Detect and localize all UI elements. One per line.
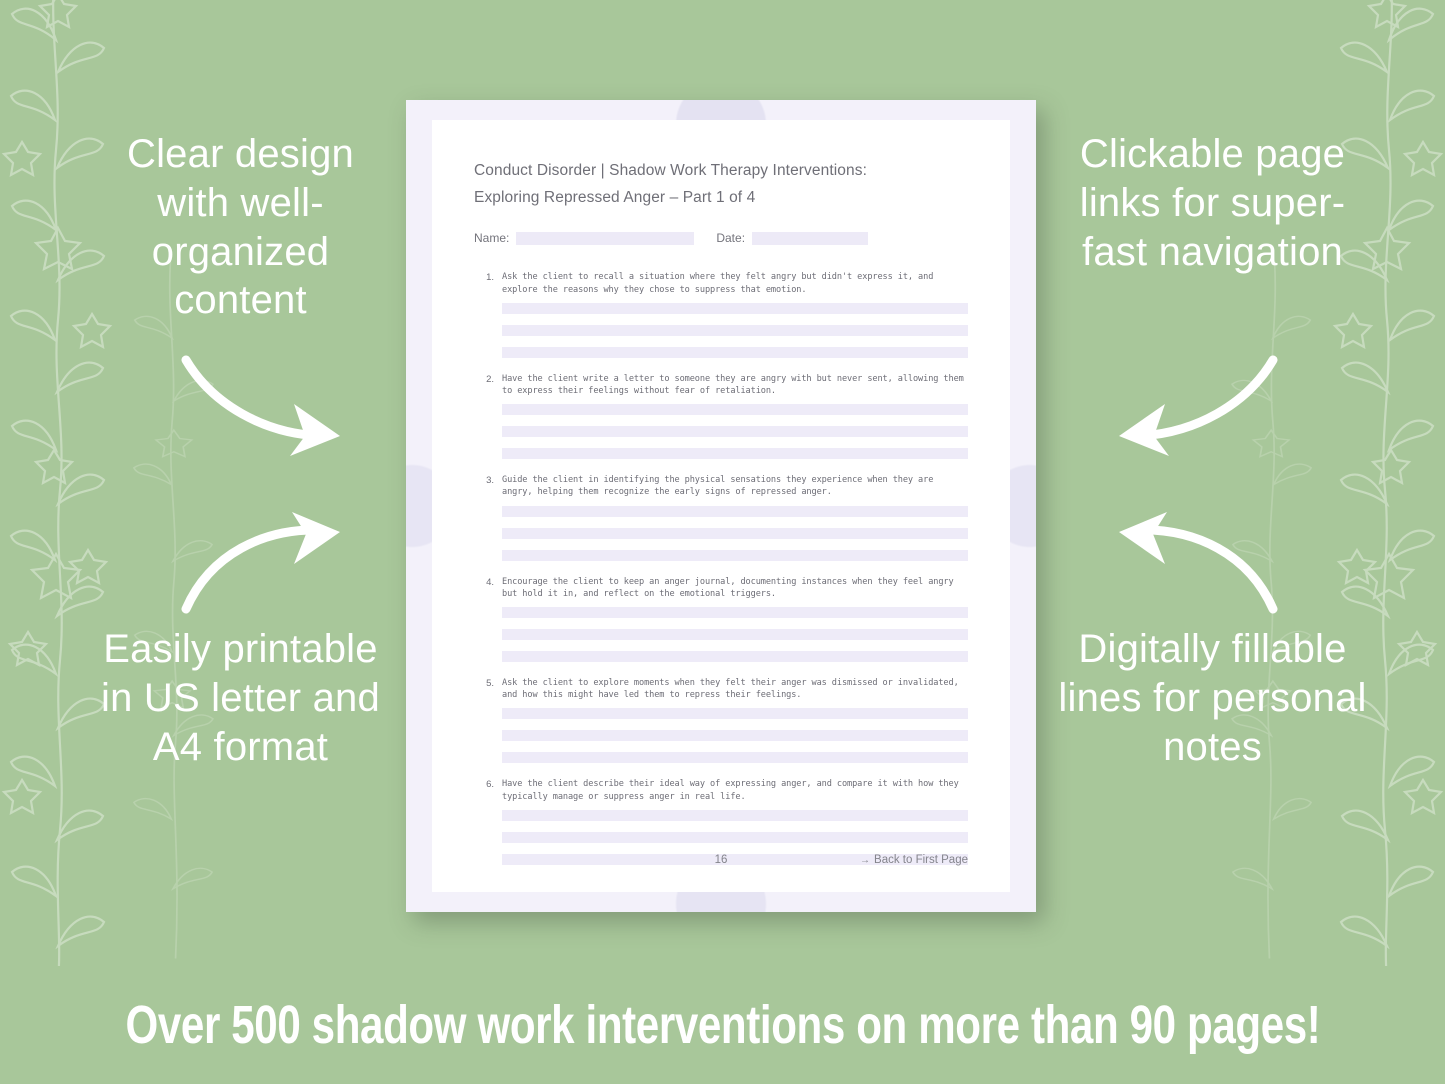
worksheet-page-frame: Conduct Disorder | Shadow Work Therapy I… <box>406 100 1036 912</box>
intervention-text: Ask the client to explore moments when t… <box>502 677 959 701</box>
intervention-number: 1. <box>486 272 494 284</box>
fillable-line[interactable] <box>502 650 968 662</box>
fillable-line-group <box>502 606 968 662</box>
fillable-line[interactable] <box>502 708 968 720</box>
back-to-first-page-label: Back to First Page <box>874 854 968 866</box>
name-date-row: Name: Date: <box>474 231 968 245</box>
intervention-text: Guide the client in identifying the phys… <box>502 475 934 498</box>
intervention-text: Ask the client to recall a situation whe… <box>502 272 934 295</box>
caption-easily-printable: Easily printable in US letter and A4 for… <box>101 627 380 769</box>
curved-arrow-up-right-icon <box>181 512 340 614</box>
intervention-item: 1. Ask the client to recall a situation w… <box>474 271 968 370</box>
intervention-body: Ask the client to explore moments when t… <box>494 677 968 776</box>
fillable-line[interactable] <box>502 426 968 438</box>
fillable-line[interactable] <box>502 346 968 358</box>
intervention-body: Ask the client to recall a situation whe… <box>494 271 968 370</box>
date-input[interactable] <box>752 231 869 245</box>
fillable-line[interactable] <box>502 404 968 416</box>
intervention-text: Encourage the client to keep an anger jo… <box>502 576 954 599</box>
worksheet-page: Conduct Disorder | Shadow Work Therapy I… <box>432 120 1010 892</box>
fillable-line[interactable] <box>502 448 968 460</box>
fillable-line[interactable] <box>502 752 968 764</box>
worksheet-title-line-2: Exploring Repressed Anger – Part 1 of 4 <box>474 188 756 206</box>
intervention-text: Have the client write a letter to someon… <box>502 373 964 396</box>
fillable-line[interactable] <box>502 831 968 843</box>
fillable-line[interactable] <box>502 606 968 618</box>
curved-arrow-up-left-icon <box>1119 512 1278 614</box>
curved-arrow-down-left-icon <box>1119 355 1278 456</box>
intervention-body: Guide the client in identifying the phys… <box>494 474 968 573</box>
date-label: Date: <box>716 231 746 246</box>
page-number: 16 <box>714 854 728 866</box>
caption-fillable-lines: Digitally fillable lines for personal no… <box>1058 627 1367 769</box>
bottom-banner-text: Over 500 shadow work interventions on mo… <box>125 995 1320 1055</box>
name-input[interactable] <box>516 231 695 245</box>
fillable-line[interactable] <box>502 730 968 742</box>
floral-vine-right-inner-icon <box>1231 261 1313 959</box>
fillable-line[interactable] <box>502 324 968 336</box>
promo-graphic: Clear design with well-organized content… <box>0 0 1445 1084</box>
name-label: Name: <box>474 231 510 246</box>
intervention-list: 1. Ask the client to recall a situation w… <box>474 271 968 877</box>
worksheet-title-line-1: Conduct Disorder | Shadow Work Therapy I… <box>474 162 867 179</box>
intervention-body: Encourage the client to keep an anger jo… <box>494 576 968 675</box>
fillable-line[interactable] <box>502 527 968 539</box>
fillable-line[interactable] <box>502 809 968 821</box>
caption-clickable-links: Clickable page links for super-fast navi… <box>1079 132 1346 274</box>
page-footer: 16 → Back to First Page <box>474 854 968 866</box>
floral-vine-left-inner-icon <box>132 261 214 959</box>
arrow-right-icon: → <box>860 855 871 866</box>
intervention-number: 3. <box>486 475 494 487</box>
fillable-line-group <box>502 404 968 460</box>
intervention-number: 4. <box>486 576 494 588</box>
fillable-line-group <box>502 302 968 358</box>
intervention-text: Have the client describe their ideal way… <box>502 779 959 802</box>
back-to-first-page-link[interactable]: → Back to First Page <box>860 854 968 866</box>
intervention-item: 3. Guide the client in identifying the ph… <box>474 474 968 573</box>
bottom-banner: Over 500 shadow work interventions on mo… <box>0 966 1445 1084</box>
intervention-number: 5. <box>486 677 494 689</box>
intervention-item: 4. Encourage the client to keep an anger … <box>474 576 968 675</box>
fillable-line-group <box>502 708 968 764</box>
intervention-item: 5. Ask the client to explore moments when… <box>474 677 968 776</box>
fillable-line-group <box>502 505 968 561</box>
intervention-item: 2. Have the client write a letter to some… <box>474 373 968 472</box>
curved-arrow-down-right-icon <box>181 355 340 456</box>
caption-clear-design: Clear design with well-organized content <box>127 132 354 323</box>
fillable-line[interactable] <box>502 628 968 640</box>
fillable-line[interactable] <box>502 302 968 314</box>
fillable-line[interactable] <box>502 505 968 517</box>
fillable-line[interactable] <box>502 549 968 561</box>
intervention-number: 2. <box>486 373 494 385</box>
intervention-body: Have the client write a letter to someon… <box>494 373 968 472</box>
